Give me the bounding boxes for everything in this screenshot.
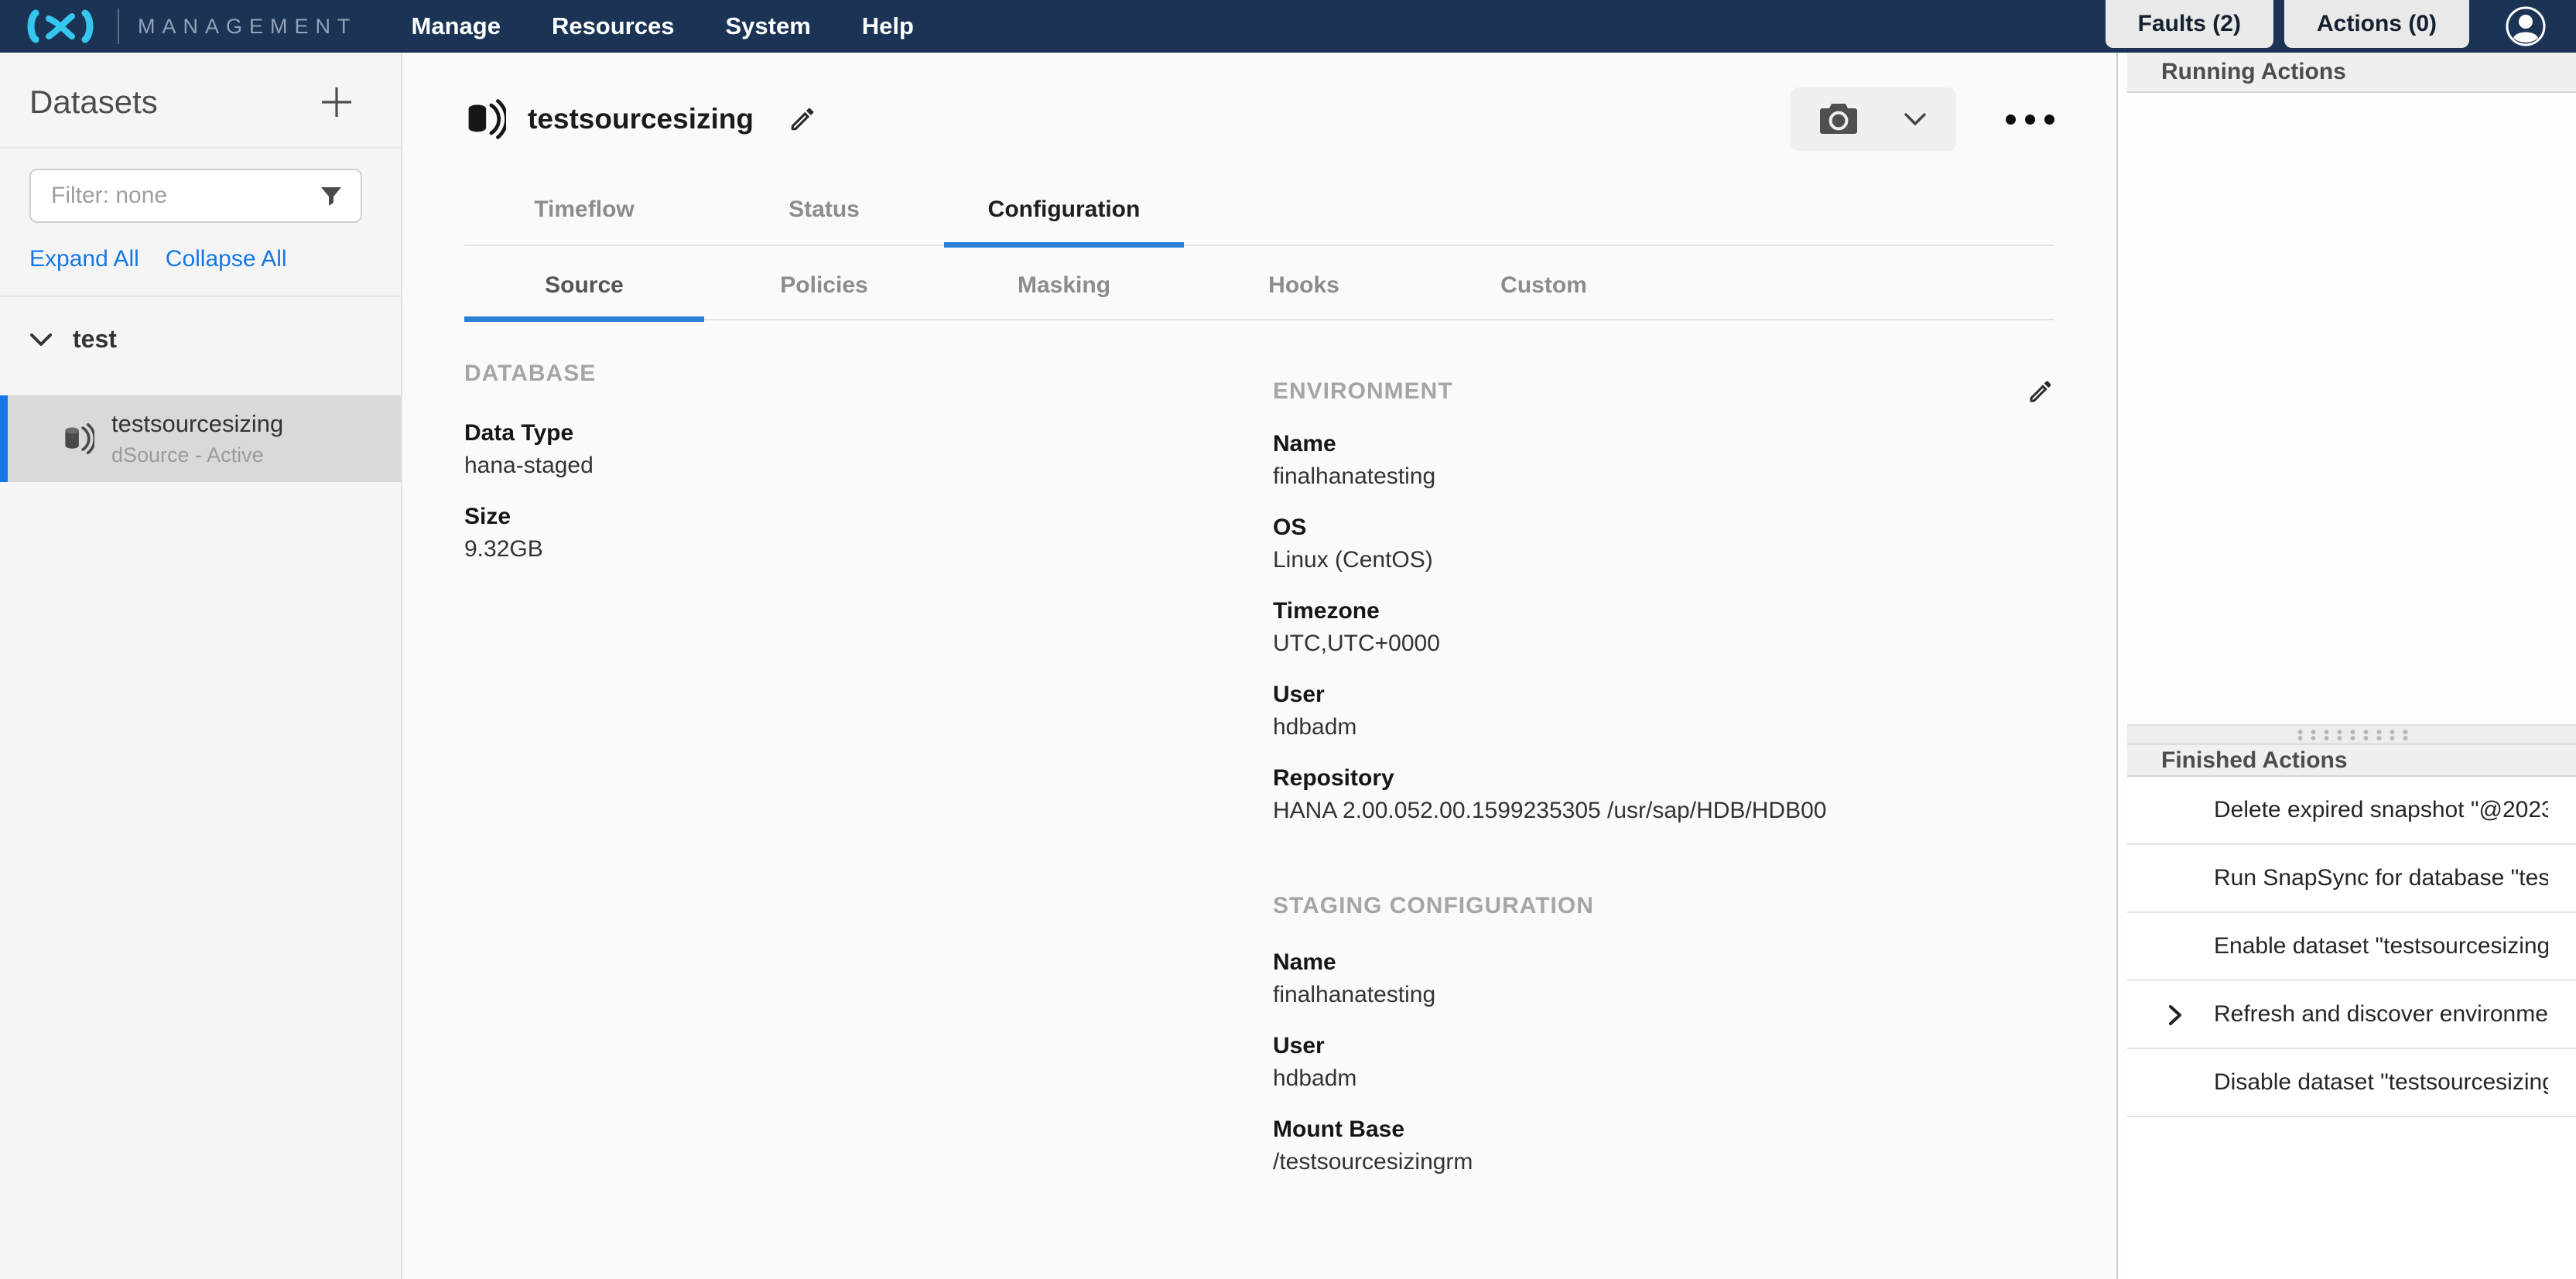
finished-action-row[interactable]: Refresh and discover environment … xyxy=(2127,981,2576,1049)
user-avatar-icon[interactable] xyxy=(2505,5,2547,47)
running-actions-list xyxy=(2127,93,2576,724)
snapshot-split-button[interactable] xyxy=(1791,87,1956,151)
dataset-item-testsourcesizing[interactable]: testsourcesizing dSource - Active xyxy=(0,395,401,482)
collapse-all-link[interactable]: Collapse All xyxy=(166,246,287,272)
nav-divider xyxy=(118,9,119,44)
environment-heading: ENVIRONMENT xyxy=(1273,378,1453,405)
field-label: Timezone xyxy=(1273,596,2054,627)
finished-action-row[interactable]: Enable dataset "testsourcesizing". xyxy=(2127,913,2576,981)
dsource-icon xyxy=(62,422,94,455)
product-name: MANAGEMENT xyxy=(138,15,357,39)
database-section: DATABASE Data Type hana-staged Size 9.32… xyxy=(464,361,1273,1178)
field-value: HANA 2.00.052.00.1599235305 /usr/sap/HDB… xyxy=(1273,795,2054,826)
subtab-masking[interactable]: Masking xyxy=(944,260,1184,319)
field-value: UTC,UTC+0000 xyxy=(1273,628,2054,659)
delphix-logo-icon[interactable] xyxy=(23,7,97,46)
datasets-sidebar: Datasets Expand All Collapse All xyxy=(0,53,402,1279)
sidebar-title: Datasets xyxy=(29,84,158,121)
field-label: Name xyxy=(1273,429,2054,460)
field-label: User xyxy=(1273,1031,2054,1062)
database-heading: DATABASE xyxy=(464,361,1273,387)
tab-status[interactable]: Status xyxy=(704,181,944,245)
finished-action-text: Run SnapSync for database "tests… xyxy=(2214,865,2548,891)
subtab-source[interactable]: Source xyxy=(464,260,704,319)
finished-action-text: Refresh and discover environment … xyxy=(2214,1001,2548,1028)
chevron-down-icon xyxy=(29,332,53,347)
finished-action-text: Delete expired snapshot "@2023-0… xyxy=(2214,797,2548,823)
edit-title-pencil-icon[interactable] xyxy=(788,104,817,134)
sidebar-divider xyxy=(0,296,401,297)
field-value: 9.32GB xyxy=(464,534,1273,565)
field-value: Linux (CentOS) xyxy=(1273,545,2054,576)
field-value: hana-staged xyxy=(464,450,1273,481)
actions-panel: Running Actions Finished Actions Delete … xyxy=(2116,53,2576,1279)
running-actions-header: Running Actions xyxy=(2127,53,2576,93)
edit-environment-pencil-icon[interactable] xyxy=(2027,378,2054,405)
environment-section: ENVIRONMENT Name finalhanatesting OS Lin… xyxy=(1273,361,2054,1178)
field-value: hdbadm xyxy=(1273,712,2054,743)
nav-item-system[interactable]: System xyxy=(725,12,810,40)
subtab-policies[interactable]: Policies xyxy=(704,260,944,319)
field-label: Size xyxy=(464,501,1273,532)
nav-item-help[interactable]: Help xyxy=(862,12,914,40)
grip-dots-icon xyxy=(2294,729,2410,740)
camera-icon xyxy=(1820,104,1857,135)
finished-action-row[interactable]: Run SnapSync for database "tests… xyxy=(2127,845,2576,913)
more-options-button[interactable] xyxy=(2006,115,2054,125)
nav-right-cluster: Faults (2) Actions (0) xyxy=(2106,0,2576,53)
subtab-hooks[interactable]: Hooks xyxy=(1184,260,1424,319)
tab-configuration[interactable]: Configuration xyxy=(944,181,1184,245)
finished-action-text: Enable dataset "testsourcesizing". xyxy=(2214,933,2548,959)
actions-button[interactable]: Actions (0) xyxy=(2284,0,2469,48)
expand-all-link[interactable]: Expand All xyxy=(29,246,139,272)
field-value: hdbadm xyxy=(1273,1063,2054,1094)
subtab-custom[interactable]: Custom xyxy=(1424,260,1664,319)
top-nav: MANAGEMENT Manage Resources System Help … xyxy=(0,0,2576,53)
dataset-group-test[interactable]: test xyxy=(0,305,401,374)
staging-configuration-heading: STAGING CONFIGURATION xyxy=(1273,893,2054,919)
field-value: /testsourcesizingrm xyxy=(1273,1147,2054,1178)
nav-menu: Manage Resources System Help xyxy=(412,12,914,40)
tab-timeflow[interactable]: Timeflow xyxy=(464,181,704,245)
field-label: Name xyxy=(1273,947,2054,978)
dataset-item-name: testsourcesizing xyxy=(111,410,283,438)
dataset-group-label: test xyxy=(73,325,117,354)
field-label: Data Type xyxy=(464,418,1273,449)
field-label: User xyxy=(1273,679,2054,710)
finished-actions-empty-space xyxy=(2127,1117,2576,1279)
field-label: Mount Base xyxy=(1273,1114,2054,1145)
configuration-subtabs: Source Policies Masking Hooks Custom xyxy=(464,260,2054,320)
field-label: Repository xyxy=(1273,763,2054,794)
panel-resize-handle[interactable] xyxy=(2127,724,2576,744)
field-value: finalhanatesting xyxy=(1273,461,2054,492)
chevron-down-icon xyxy=(1904,111,1927,127)
dsource-icon xyxy=(464,98,506,140)
finished-action-row[interactable]: Disable dataset "testsourcesizing". xyxy=(2127,1049,2576,1117)
finished-action-row[interactable]: Delete expired snapshot "@2023-0… xyxy=(2127,777,2576,845)
main-panel: testsourcesizing xyxy=(402,53,2116,1279)
nav-item-manage[interactable]: Manage xyxy=(412,12,501,40)
chevron-right-icon[interactable] xyxy=(2167,1004,2183,1026)
add-dataset-button[interactable] xyxy=(319,84,354,120)
sidebar-divider xyxy=(0,147,401,149)
filter-input[interactable] xyxy=(29,169,362,223)
finished-actions-header: Finished Actions xyxy=(2127,744,2576,777)
faults-button[interactable]: Faults (2) xyxy=(2106,0,2273,48)
dataset-item-status: dSource - Active xyxy=(111,443,283,467)
filter-funnel-icon[interactable] xyxy=(319,184,344,209)
primary-tabs: Timeflow Status Configuration xyxy=(464,181,2054,246)
nav-item-resources[interactable]: Resources xyxy=(552,12,675,40)
page-title: testsourcesizing xyxy=(528,103,754,135)
field-value: finalhanatesting xyxy=(1273,980,2054,1011)
finished-action-text: Disable dataset "testsourcesizing". xyxy=(2214,1069,2548,1096)
field-label: OS xyxy=(1273,512,2054,543)
